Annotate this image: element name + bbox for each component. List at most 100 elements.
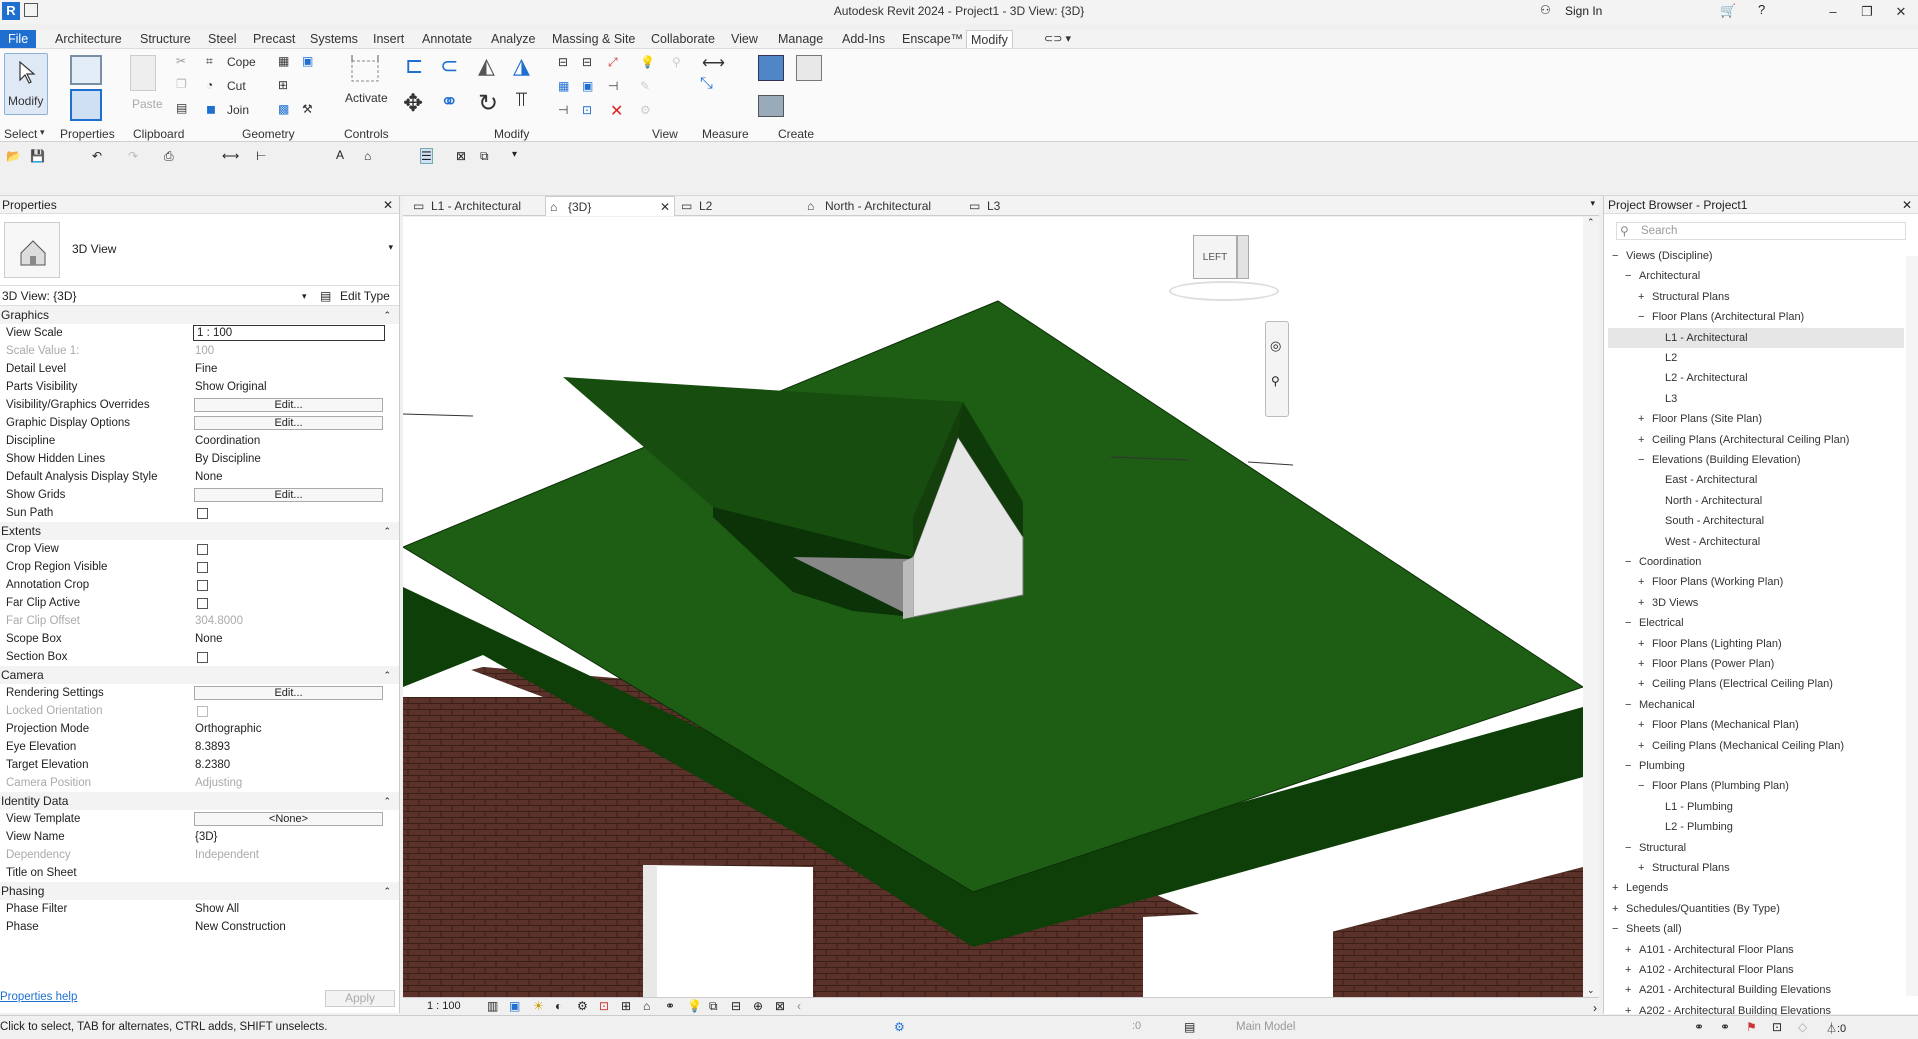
- browser-item[interactable]: South - Architectural: [1608, 511, 1904, 531]
- show-crop-icon[interactable]: ⊞: [621, 999, 631, 1013]
- help-icon[interactable]: ?: [1758, 2, 1765, 17]
- select-links-icon[interactable]: ⚭: [1694, 1020, 1704, 1034]
- properties-help-link[interactable]: Properties help: [0, 991, 77, 1003]
- expand-icon[interactable]: +: [1638, 430, 1644, 450]
- browser-item[interactable]: + Legends: [1608, 878, 1904, 898]
- crop-view-icon[interactable]: ⊡: [599, 999, 609, 1013]
- worksets-icon[interactable]: ⚙: [894, 1020, 905, 1034]
- crop-view-checkbox[interactable]: [197, 544, 208, 555]
- close-hidden-icon[interactable]: ⊠: [456, 149, 466, 163]
- select-by-face-icon[interactable]: ⊡: [1772, 1020, 1782, 1034]
- vertical-scrollbar[interactable]: ⌃ ⌄: [1583, 217, 1599, 997]
- scroll-left-icon[interactable]: ‹: [797, 999, 801, 1013]
- contextual-dropdown-icon[interactable]: ⊂⊃ ▾: [1040, 30, 1075, 48]
- switch-windows-icon[interactable]: ⧉: [480, 149, 489, 164]
- type-dropdown-icon[interactable]: ▾: [388, 242, 393, 253]
- compass-ring[interactable]: [1169, 281, 1279, 301]
- copy-icon[interactable]: ❐: [176, 77, 187, 91]
- wall-joins-icon[interactable]: ⊞: [278, 78, 288, 92]
- browser-item[interactable]: + Ceiling Plans (Architectural Ceiling Pl…: [1608, 430, 1904, 450]
- browser-item[interactable]: + Floor Plans (Lighting Plan): [1608, 634, 1904, 654]
- measure-icon[interactable]: ⟷: [702, 53, 725, 73]
- browser-scrollbar[interactable]: [1906, 256, 1918, 996]
- browser-item[interactable]: L2 - Plumbing: [1608, 817, 1904, 837]
- tab-annotate[interactable]: Annotate: [418, 30, 476, 48]
- tab-manage[interactable]: Manage: [774, 30, 827, 48]
- browser-item[interactable]: L2 - Architectural: [1608, 368, 1904, 388]
- expand-icon[interactable]: +: [1612, 899, 1618, 919]
- browser-item[interactable]: − Sheets (all): [1608, 919, 1904, 939]
- annotation-crop-checkbox[interactable]: [197, 580, 208, 591]
- browser-item[interactable]: − Floor Plans (Architectural Plan): [1608, 307, 1904, 327]
- lock-3d-icon[interactable]: ⌂: [643, 999, 650, 1013]
- cope-icon[interactable]: ⌗: [206, 54, 213, 69]
- expand-icon[interactable]: +: [1625, 980, 1631, 1000]
- join-button[interactable]: Join: [227, 103, 249, 117]
- zoom-icon[interactable]: ⚲: [1271, 374, 1280, 388]
- group-graphics[interactable]: Graphics ⌃: [0, 306, 399, 324]
- detail-level-icon[interactable]: ▥: [487, 999, 498, 1013]
- edit-type-button[interactable]: Edit Type: [340, 286, 390, 306]
- array-icon[interactable]: ▦: [558, 79, 569, 93]
- collapse-icon[interactable]: −: [1625, 695, 1631, 715]
- activate-button[interactable]: Activate: [345, 91, 388, 105]
- user-icon[interactable]: ⚇: [1540, 3, 1551, 17]
- hide-icon[interactable]: 💡: [640, 55, 655, 69]
- type-properties-icon[interactable]: [70, 55, 102, 85]
- edit-button[interactable]: Edit...: [194, 488, 383, 502]
- print-icon[interactable]: ⎙: [164, 149, 174, 164]
- browser-item[interactable]: − Mechanical: [1608, 695, 1904, 715]
- browser-item[interactable]: L1 - Architectural: [1608, 327, 1904, 348]
- tab-l2[interactable]: ▭ L2: [677, 196, 797, 216]
- trim-multiple-icon[interactable]: ⊣: [558, 103, 568, 117]
- linework-icon[interactable]: ⚙: [640, 103, 651, 117]
- edit-button[interactable]: Edit...: [194, 686, 383, 700]
- tab-collaborate[interactable]: Collaborate: [647, 30, 719, 48]
- collapse-icon[interactable]: ⌃: [383, 666, 391, 684]
- collapse-icon[interactable]: −: [1638, 307, 1644, 327]
- unpin-icon[interactable]: ⤢: [608, 55, 618, 70]
- aligned-dimension-icon[interactable]: ⊢: [256, 149, 266, 163]
- edit-button[interactable]: Edit...: [194, 416, 383, 430]
- trim-single-icon[interactable]: ⊡: [582, 103, 592, 117]
- expand-icon[interactable]: +: [1638, 736, 1644, 756]
- temp-hide-icon[interactable]: ⚭: [665, 999, 675, 1013]
- prop-value[interactable]: New Construction: [195, 918, 286, 936]
- prop-value[interactable]: Show All: [195, 900, 239, 918]
- prop-value[interactable]: 8.3893: [195, 738, 230, 756]
- drag-elements-icon[interactable]: ◇: [1798, 1020, 1807, 1034]
- collapse-icon[interactable]: −: [1625, 613, 1631, 633]
- close-properties-icon[interactable]: ✕: [383, 196, 393, 214]
- model-icon[interactable]: ▤: [1184, 1020, 1195, 1034]
- browser-item[interactable]: − Floor Plans (Plumbing Plan): [1608, 776, 1904, 796]
- shadows-icon[interactable]: ◐: [555, 999, 562, 1013]
- close-icon[interactable]: ✕: [1884, 0, 1918, 24]
- browser-item[interactable]: + A201 - Architectural Building Elevation…: [1608, 980, 1904, 1000]
- tab-file[interactable]: File: [0, 30, 37, 48]
- cut-scissors-icon[interactable]: ✂: [176, 54, 186, 68]
- restore-icon[interactable]: ❐: [1850, 0, 1884, 24]
- cart-icon[interactable]: 🛒: [1720, 3, 1736, 19]
- worksharing-icon[interactable]: ⧉: [709, 999, 718, 1014]
- expand-icon[interactable]: +: [1612, 878, 1618, 898]
- offset-icon[interactable]: ⊂: [440, 53, 458, 79]
- join-icon[interactable]: ◼: [206, 102, 216, 116]
- demolish-icon[interactable]: ⚒: [302, 102, 313, 116]
- mirror-draw-icon[interactable]: ◮: [513, 53, 530, 79]
- collapse-icon[interactable]: −: [1638, 776, 1644, 796]
- cut-geometry-icon[interactable]: ◔: [206, 78, 213, 92]
- instance-selector-value[interactable]: 3D View: {3D}: [2, 289, 77, 303]
- highlight-displacement-icon[interactable]: ⊠: [775, 999, 785, 1013]
- rotate-icon[interactable]: ↻: [478, 89, 498, 118]
- undo-icon[interactable]: ↶: [92, 149, 102, 163]
- collapse-icon[interactable]: ⌃: [383, 306, 391, 324]
- open-icon[interactable]: 📂: [6, 149, 21, 163]
- far-clip-checkbox[interactable]: [197, 598, 208, 609]
- prop-value[interactable]: {3D}: [195, 828, 217, 846]
- browser-item[interactable]: − Electrical: [1608, 613, 1904, 633]
- browser-item[interactable]: + Floor Plans (Site Plan): [1608, 409, 1904, 429]
- cut-button[interactable]: Cut: [227, 79, 246, 93]
- customize-qat-icon[interactable]: ▾: [512, 149, 517, 160]
- cope-button[interactable]: Cope: [227, 55, 256, 69]
- prop-value[interactable]: None: [195, 630, 223, 648]
